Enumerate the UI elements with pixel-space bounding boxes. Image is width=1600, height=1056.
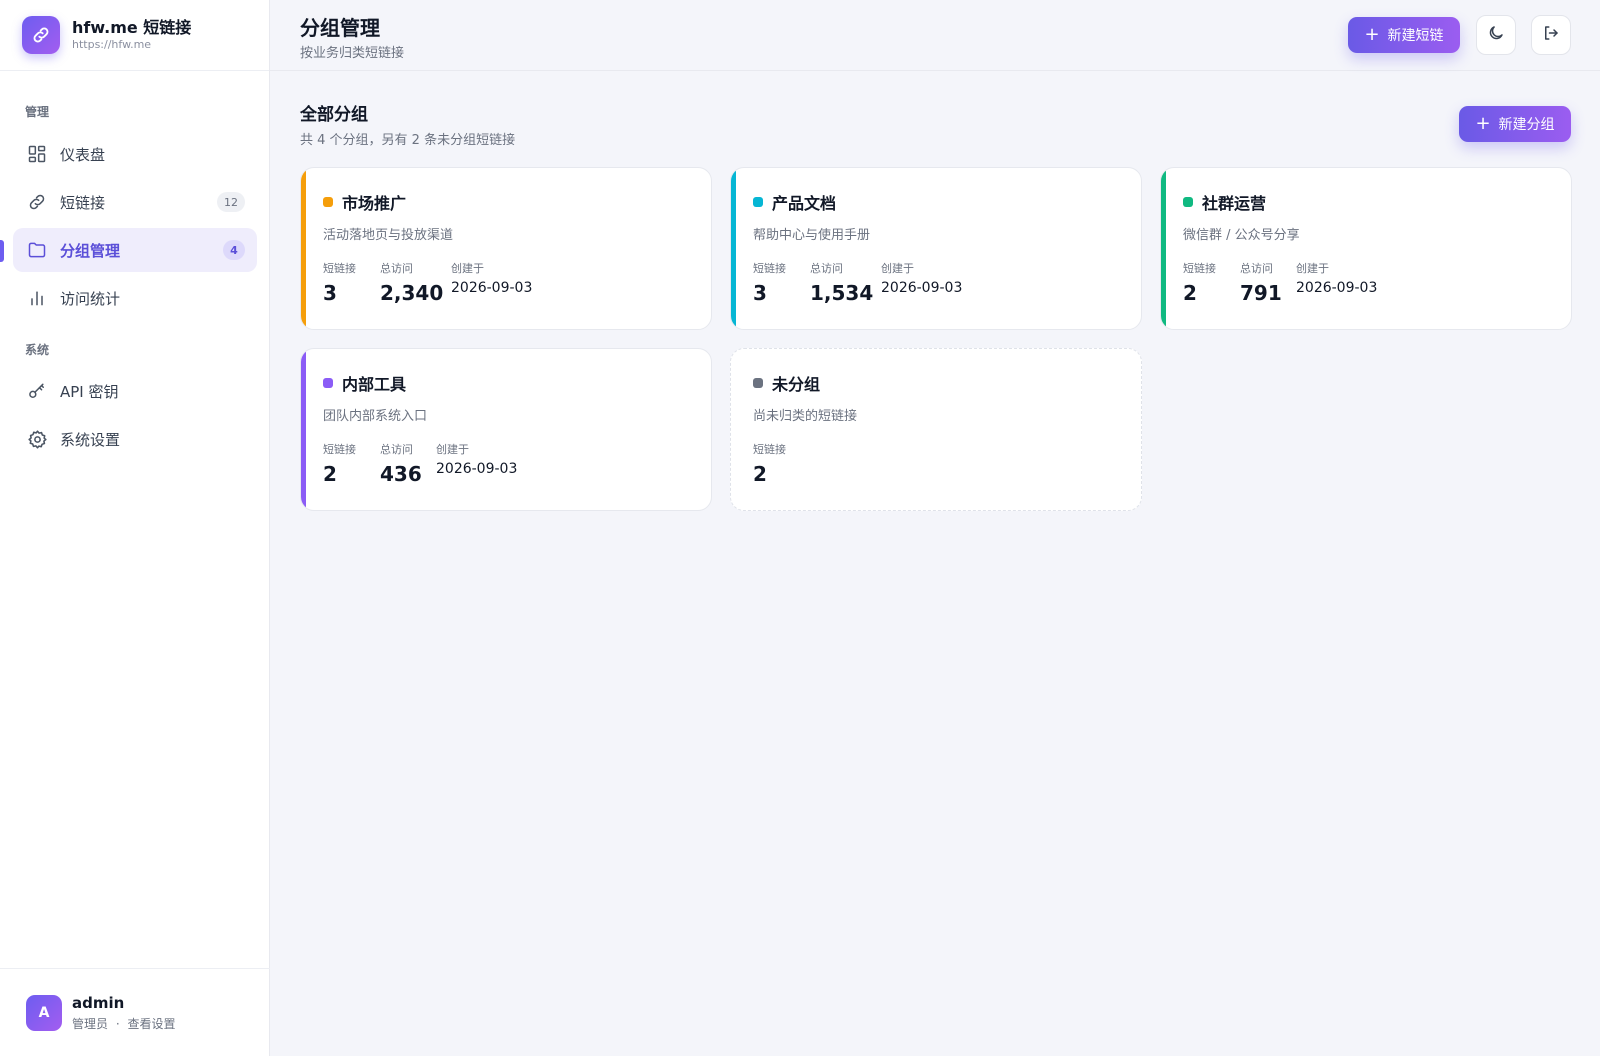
sidebar: hfw.me 短链接 https://hfw.me 管理 仪表盘 短链接 12 (0, 0, 270, 1056)
stat-created: 2026-09-03 (436, 461, 518, 477)
stat-links: 2 (1183, 281, 1197, 305)
brand-title: hfw.me 短链接 (72, 18, 192, 37)
active-indicator (0, 240, 4, 262)
stat-label-links: 短链接 (323, 262, 356, 275)
group-color-stripe (301, 349, 306, 510)
dashboard-icon (26, 143, 48, 165)
logout-icon (1542, 24, 1560, 46)
section-title: 全部分组 (300, 105, 368, 125)
stat-links: 3 (323, 281, 337, 305)
user-name: admin (72, 993, 125, 1012)
stat-created: 2026-09-03 (1296, 280, 1378, 296)
stat-label-links: 短链接 (753, 262, 786, 275)
page-subtitle: 按业务归类短链接 (300, 46, 405, 61)
group-color-dot (323, 378, 333, 388)
folder-icon (26, 239, 48, 261)
sidebar-item-label: 访问统计 (60, 289, 121, 308)
link-icon (26, 191, 48, 213)
stat-label-visits: 总访问 (380, 443, 413, 456)
sidebar-item-stats[interactable]: 访问统计 (13, 276, 257, 320)
stat-label-created: 创建于 (881, 262, 914, 275)
stat-links: 2 (753, 462, 767, 486)
brand[interactable]: hfw.me 短链接 https://hfw.me (0, 0, 269, 71)
new-link-label: 新建短链 (1387, 28, 1444, 44)
sidebar-item-settings[interactable]: 系统设置 (13, 417, 257, 461)
group-card-community[interactable]: 社群运营 微信群 / 公众号分享 短链接 2 总访问 791 创建于 2026-… (1160, 167, 1572, 330)
sidebar-item-api-keys[interactable]: API 密钥 (13, 369, 257, 413)
group-description: 帮助中心与使用手册 (753, 228, 871, 243)
stat-visits: 1,534 (810, 281, 874, 305)
group-name: 社群运营 (1202, 194, 1267, 213)
user-panel[interactable]: A admin 管理员 · 查看设置 (0, 968, 270, 1056)
settings-link[interactable]: 查看设置 (128, 1017, 176, 1031)
group-color-dot (1183, 197, 1193, 207)
group-description: 团队内部系统入口 (323, 409, 428, 424)
new-group-label: 新建分组 (1498, 117, 1555, 133)
sidebar-item-groups[interactable]: 分组管理 4 (13, 228, 257, 272)
separator: · (115, 1016, 120, 1031)
stat-label-links: 短链接 (753, 443, 786, 456)
group-name: 市场推广 (342, 194, 407, 213)
group-card-docs[interactable]: 产品文档 帮助中心与使用手册 短链接 3 总访问 1,534 创建于 2026-… (730, 167, 1142, 330)
stat-links: 3 (753, 281, 767, 305)
sidebar-item-label: 仪表盘 (60, 145, 106, 164)
stat-visits: 436 (380, 462, 422, 486)
group-description: 活动落地页与投放渠道 (323, 228, 454, 243)
sidebar-item-label: 短链接 (60, 193, 106, 212)
stat-created: 2026-09-03 (451, 280, 533, 296)
stat-label-links: 短链接 (323, 443, 356, 456)
sidebar-item-links[interactable]: 短链接 12 (13, 180, 257, 224)
group-color-stripe (731, 168, 736, 329)
group-card-internal[interactable]: 内部工具 团队内部系统入口 短链接 2 总访问 436 创建于 2026-09-… (300, 348, 712, 511)
sidebar-item-label: API 密钥 (60, 382, 119, 401)
plus-icon: + (1364, 24, 1380, 45)
group-name: 产品文档 (772, 194, 837, 213)
stat-label-created: 创建于 (451, 262, 484, 275)
topbar: 分组管理 按业务归类短链接 + 新建短链 (270, 0, 1600, 71)
page-title: 分组管理 (300, 16, 380, 40)
new-link-button[interactable]: + 新建短链 (1348, 17, 1460, 53)
stat-label-visits: 总访问 (810, 262, 843, 275)
gear-icon (26, 428, 48, 450)
stat-label-created: 创建于 (436, 443, 469, 456)
stat-created: 2026-09-03 (881, 280, 963, 296)
link-icon (22, 16, 60, 54)
group-card-marketing[interactable]: 市场推广 活动落地页与投放渠道 短链接 3 总访问 2,340 创建于 2026… (300, 167, 712, 330)
group-color-stripe (301, 168, 306, 329)
user-role: 管理员 (72, 1016, 109, 1031)
new-group-button[interactable]: + 新建分组 (1459, 106, 1571, 142)
group-description: 尚未归类的短链接 (753, 409, 858, 424)
group-color-dot (753, 197, 763, 207)
moon-icon (1487, 24, 1505, 46)
group-name: 内部工具 (342, 375, 407, 394)
group-color-dot (323, 197, 333, 207)
key-icon (26, 380, 48, 402)
group-description: 微信群 / 公众号分享 (1183, 228, 1300, 243)
avatar: A (26, 994, 62, 1031)
groups-count-badge: 4 (223, 240, 245, 260)
group-color-dot (753, 378, 763, 388)
stat-label-links: 短链接 (1183, 262, 1216, 275)
nav-section-manage: 管理 (25, 105, 50, 119)
stat-links: 2 (323, 462, 337, 486)
sidebar-item-label: 分组管理 (60, 241, 121, 260)
theme-toggle-button[interactable] (1476, 15, 1516, 55)
group-card-ungrouped[interactable]: 未分组 尚未归类的短链接 短链接 2 (730, 348, 1142, 511)
nav-section-system: 系统 (25, 343, 50, 357)
group-color-stripe (1161, 168, 1166, 329)
section-subtitle: 共 4 个分组，另有 2 条未分组短链接 (300, 133, 516, 148)
stat-label-visits: 总访问 (380, 262, 413, 275)
plus-icon: + (1475, 113, 1491, 134)
group-name: 未分组 (772, 375, 821, 394)
stat-label-created: 创建于 (1296, 262, 1329, 275)
sidebar-item-label: 系统设置 (60, 430, 121, 449)
bar-chart-icon (26, 287, 48, 309)
links-count-badge: 12 (217, 192, 245, 212)
stat-visits: 791 (1240, 281, 1282, 305)
sidebar-item-dashboard[interactable]: 仪表盘 (13, 132, 257, 176)
stat-visits: 2,340 (380, 281, 444, 305)
logout-button[interactable] (1531, 15, 1571, 55)
stat-label-visits: 总访问 (1240, 262, 1273, 275)
brand-url: https://hfw.me (72, 38, 152, 51)
